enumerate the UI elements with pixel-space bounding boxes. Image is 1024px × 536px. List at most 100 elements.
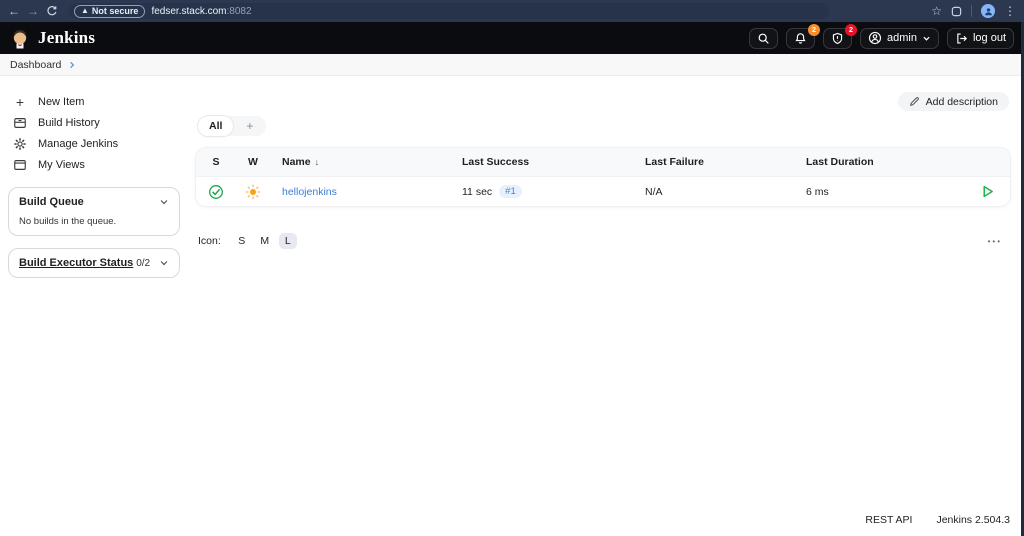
warning-triangle-icon: ▲ xyxy=(81,6,89,15)
plus-icon: + xyxy=(15,93,25,110)
build-executor-title[interactable]: Build Executor Status xyxy=(19,257,133,269)
jenkins-version: Jenkins 2.504.3 xyxy=(936,514,1010,526)
notification-badge: 2 xyxy=(808,23,820,36)
job-name-cell: hellojenkins xyxy=(270,186,450,198)
column-header-name[interactable]: Name ↓ xyxy=(270,156,450,168)
jenkins-header: Jenkins 2 2 admin log out xyxy=(0,22,1024,54)
executor-count: 0/2 xyxy=(136,257,151,269)
job-table: S W Name ↓ Last Success Last Failure Last… xyxy=(196,148,1010,206)
search-button[interactable] xyxy=(749,27,778,49)
forward-icon[interactable]: → xyxy=(27,5,39,17)
last-success-cell: 11 sec #1 xyxy=(450,185,633,198)
breadcrumb-dashboard[interactable]: Dashboard xyxy=(10,59,61,71)
icon-size-legend: Icon: S M L ••• xyxy=(198,232,1010,250)
build-history-icon xyxy=(12,116,28,130)
sidebar-item-label: New Item xyxy=(38,95,85,108)
success-check-icon xyxy=(209,184,223,199)
user-menu-button[interactable]: admin xyxy=(860,27,939,49)
page-footer: REST API Jenkins 2.504.3 xyxy=(865,514,1010,526)
weather-cell[interactable] xyxy=(236,184,270,200)
icon-size-large[interactable]: L xyxy=(278,233,297,249)
chevron-down-icon xyxy=(160,261,168,266)
chevron-down-icon xyxy=(923,36,930,41)
view-tabs: All + xyxy=(198,116,267,136)
user-name: admin xyxy=(887,32,917,44)
build-queue-title: Build Queue xyxy=(19,196,84,208)
build-status-cell[interactable] xyxy=(196,184,236,200)
search-icon xyxy=(758,33,769,44)
header-actions: 2 2 admin log out xyxy=(749,23,1014,49)
icon-size-small[interactable]: S xyxy=(233,233,251,249)
bookmark-star-icon[interactable]: ☆ xyxy=(931,5,942,17)
breadcrumb-chevron-icon xyxy=(70,61,75,68)
add-description-label: Add description xyxy=(925,95,998,108)
url-text: fedser.stack.com:8082 xyxy=(151,5,252,17)
build-queue-empty-text: No builds in the queue. xyxy=(19,216,117,227)
column-header-status[interactable]: S xyxy=(196,156,236,168)
notifications-button[interactable]: 2 xyxy=(786,23,820,49)
browser-actions: ☆ ⋮ xyxy=(931,4,1016,18)
build-executor-header[interactable]: Build Executor Status 0/2 xyxy=(19,257,169,269)
divider xyxy=(971,5,972,17)
build-number-badge[interactable]: #1 xyxy=(499,185,522,198)
sunny-weather-icon xyxy=(245,184,261,199)
sidebar-item-build-history[interactable]: Build History xyxy=(8,112,180,133)
column-header-last-duration[interactable]: Last Duration xyxy=(794,156,964,168)
bell-icon xyxy=(795,32,806,44)
gear-icon xyxy=(12,137,28,151)
last-duration-cell: 6 ms xyxy=(806,185,829,198)
overflow-menu-icon[interactable]: ••• xyxy=(988,237,1002,246)
not-secure-label: Not secure xyxy=(91,6,139,16)
security-warnings-button[interactable]: 2 xyxy=(823,23,857,49)
actions-cell xyxy=(964,184,1010,199)
play-icon xyxy=(982,185,993,198)
last-success-value: 11 sec xyxy=(462,185,493,198)
jenkins-logo[interactable] xyxy=(10,27,30,49)
kebab-menu-icon[interactable]: ⋮ xyxy=(1004,5,1016,17)
my-views-icon xyxy=(12,158,28,172)
address-bar[interactable]: ▲ Not secure fedser.stack.com:8082 xyxy=(69,3,829,19)
table-row: hellojenkins 11 sec #1 N/A 6 ms xyxy=(196,176,1010,206)
build-queue-panel: Build Queue No builds in the queue. xyxy=(8,187,180,236)
column-header-weather[interactable]: W xyxy=(236,156,270,168)
user-icon xyxy=(868,31,882,45)
chevron-down-icon xyxy=(160,200,168,205)
browser-toolbar: ← → ▲ Not secure fedser.stack.com:8082 ☆… xyxy=(0,0,1024,22)
pencil-icon xyxy=(909,97,919,106)
add-description-button[interactable]: Add description xyxy=(897,92,1009,111)
build-executor-panel: Build Executor Status 0/2 xyxy=(8,248,180,278)
sidebar-item-label: My Views xyxy=(38,158,85,171)
icon-size-label: Icon: xyxy=(198,235,221,247)
last-failure-cell: N/A xyxy=(645,185,663,198)
sidebar-item-label: Manage Jenkins xyxy=(38,137,119,150)
sidebar-item-manage-jenkins[interactable]: Manage Jenkins xyxy=(8,133,180,154)
logout-button[interactable]: log out xyxy=(946,27,1014,49)
sidebar-item-label: Build History xyxy=(38,116,100,129)
url-port: :8082 xyxy=(226,5,252,17)
jenkins-wordmark[interactable]: Jenkins xyxy=(38,28,95,48)
column-header-last-success[interactable]: Last Success xyxy=(450,156,633,168)
table-header-row: S W Name ↓ Last Success Last Failure Last… xyxy=(196,148,1010,176)
main-panel: Add description All + S W Name ↓ Last Suc… xyxy=(196,77,1010,536)
breadcrumb: Dashboard xyxy=(0,54,1024,76)
sort-arrow-icon: ↓ xyxy=(314,157,320,167)
new-view-button[interactable]: + xyxy=(233,119,266,133)
shield-icon xyxy=(832,32,843,44)
logout-label: log out xyxy=(972,32,1006,44)
icon-size-medium[interactable]: M xyxy=(256,233,274,249)
reload-icon[interactable] xyxy=(46,5,58,17)
run-build-button[interactable] xyxy=(980,184,995,199)
back-icon[interactable]: ← xyxy=(8,5,20,17)
tabs-icon[interactable] xyxy=(951,6,962,17)
build-queue-header[interactable]: Build Queue xyxy=(19,196,169,208)
profile-avatar[interactable] xyxy=(981,4,995,18)
job-link[interactable]: hellojenkins xyxy=(282,186,337,198)
sidebar-item-new-item[interactable]: + New Item xyxy=(8,91,180,112)
sidebar-item-my-views[interactable]: My Views xyxy=(8,154,180,175)
column-header-last-failure[interactable]: Last Failure xyxy=(633,156,794,168)
tab-all[interactable]: All xyxy=(198,116,234,136)
not-secure-chip[interactable]: ▲ Not secure xyxy=(74,4,146,18)
rest-api-link[interactable]: REST API xyxy=(865,514,912,526)
sidebar: + New Item Build History Manage Jenkins xyxy=(8,91,180,278)
logout-icon xyxy=(957,32,967,44)
